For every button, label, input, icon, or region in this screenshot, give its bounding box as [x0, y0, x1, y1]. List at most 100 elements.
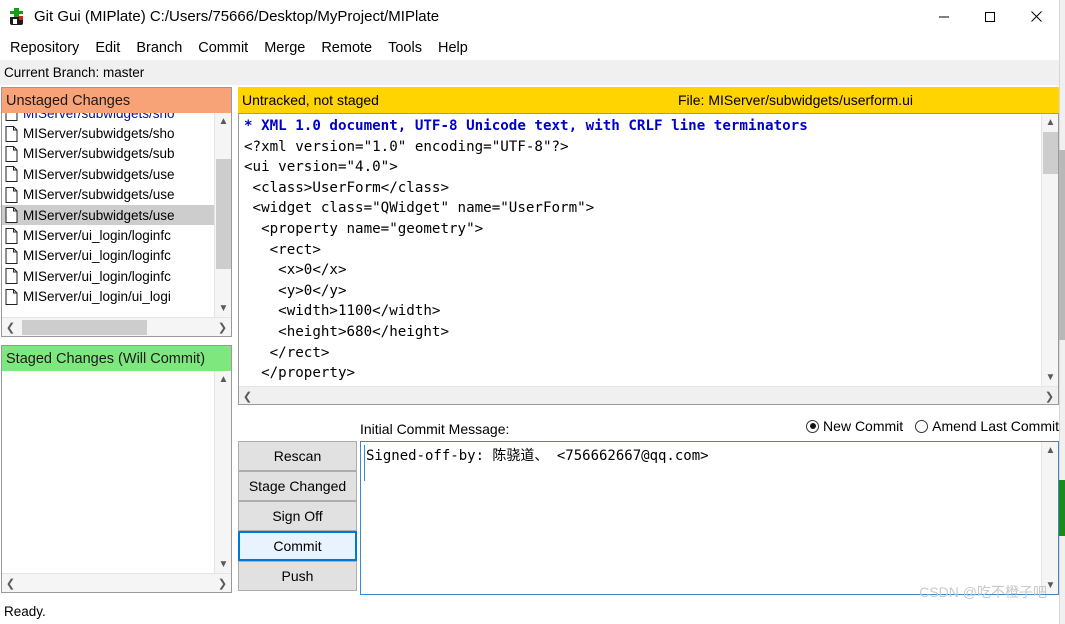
- scroll-up-icon[interactable]: ▲: [1042, 114, 1058, 131]
- new-commit-label[interactable]: New Commit: [823, 418, 903, 434]
- file-icon: [5, 145, 18, 162]
- file-icon: [5, 113, 18, 122]
- file-icon: [5, 247, 18, 264]
- file-list-item[interactable]: MIServer/subwidgets/use: [2, 204, 231, 226]
- staged-header: Staged Changes (Will Commit): [2, 346, 231, 371]
- commit-message-header: Initial Commit Message: New Commit Amend…: [360, 418, 1059, 440]
- window-title: Git Gui (MIPlate) C:/Users/75666/Desktop…: [34, 8, 440, 25]
- file-name: MIServer/ui_login/ui_logi: [23, 289, 171, 305]
- scrollbar-thumb[interactable]: [1043, 132, 1058, 174]
- unstaged-file-list[interactable]: MIServer/subwidgets/sho MIServer/subwidge…: [2, 113, 231, 317]
- file-icon: [5, 268, 18, 285]
- diff-horizontal-scrollbar[interactable]: ❮ ❯: [239, 386, 1058, 404]
- file-list-item[interactable]: MIServer/ui_login/ui_logi: [2, 287, 231, 307]
- git-gui-window: Git Gui (MIPlate) C:/Users/75666/Desktop…: [0, 0, 1065, 624]
- maximize-button[interactable]: [967, 0, 1013, 33]
- unstaged-vertical-scrollbar[interactable]: ▲ ▼: [214, 113, 231, 317]
- diff-vertical-scrollbar[interactable]: ▲ ▼: [1041, 114, 1058, 386]
- menu-merge[interactable]: Merge: [256, 39, 313, 57]
- git-gui-icon: [8, 7, 26, 26]
- scrollbar-thumb[interactable]: [22, 320, 147, 335]
- file-list-item[interactable]: MIServer/subwidgets/use: [2, 185, 231, 205]
- diff-status-bar: Untracked, not staged File: MIServer/sub…: [238, 87, 1059, 113]
- current-branch-label: Current Branch: master: [4, 64, 145, 80]
- stage-changed-button[interactable]: Stage Changed: [238, 471, 357, 501]
- scroll-down-icon[interactable]: ▼: [215, 556, 231, 573]
- file-name: MIServer/ui_login/loginfc: [23, 268, 171, 284]
- status-bar: Ready.: [0, 598, 1059, 624]
- scroll-left-icon[interactable]: ❮: [2, 574, 19, 592]
- staged-file-list[interactable]: [2, 371, 231, 573]
- rescan-button[interactable]: Rescan: [238, 441, 357, 471]
- diff-panel: Untracked, not staged File: MIServer/sub…: [238, 87, 1059, 405]
- amend-last-commit-label[interactable]: Amend Last Commit: [932, 418, 1059, 434]
- file-name: MIServer/subwidgets/sub: [23, 146, 175, 162]
- menu-remote[interactable]: Remote: [313, 39, 380, 57]
- text-cursor: [364, 445, 365, 481]
- changes-column: Unstaged Changes MIServer/subwidgets/sho…: [0, 87, 233, 595]
- new-commit-radio[interactable]: [806, 419, 820, 433]
- scrollbar-thumb[interactable]: [1059, 150, 1065, 340]
- file-icon: [5, 207, 18, 224]
- action-buttons: Rescan Stage Changed Sign Off Commit Pus…: [238, 441, 357, 591]
- amend-last-commit-radio[interactable]: [915, 419, 929, 433]
- file-icon: [5, 166, 18, 183]
- file-icon: [5, 125, 18, 142]
- scroll-up-icon[interactable]: ▲: [215, 371, 231, 388]
- scroll-up-icon[interactable]: ▲: [215, 113, 231, 130]
- scroll-right-icon[interactable]: ❯: [214, 318, 231, 336]
- scroll-down-icon[interactable]: ▼: [215, 300, 231, 317]
- scroll-up-icon[interactable]: ▲: [1042, 442, 1058, 459]
- scroll-left-icon[interactable]: ❮: [239, 387, 256, 404]
- minimize-button[interactable]: [921, 0, 967, 33]
- scroll-down-icon[interactable]: ▼: [1042, 369, 1058, 386]
- staged-horizontal-scrollbar[interactable]: ❮ ❯: [2, 573, 231, 592]
- file-name: MIServer/ui_login/loginfc: [23, 248, 171, 264]
- menu-repository[interactable]: Repository: [2, 39, 87, 57]
- title-bar: Git Gui (MIPlate) C:/Users/75666/Desktop…: [0, 0, 1059, 33]
- scroll-right-icon[interactable]: ❯: [214, 574, 231, 592]
- commit-button[interactable]: Commit: [238, 531, 357, 561]
- file-list-item[interactable]: MIServer/subwidgets/sho: [2, 123, 231, 143]
- diff-content: * XML 1.0 document, UTF-8 Unicode text, …: [244, 116, 1040, 385]
- menu-branch[interactable]: Branch: [128, 39, 190, 57]
- menu-bar: Repository Edit Branch Commit Merge Remo…: [0, 36, 1059, 60]
- file-name: MIServer/subwidgets/use: [23, 207, 175, 223]
- diff-body[interactable]: * XML 1.0 document, UTF-8 Unicode text, …: [238, 113, 1059, 405]
- file-name: MIServer/subwidgets/sho: [23, 113, 175, 121]
- file-list-item[interactable]: MIServer/ui_login/loginfc: [2, 266, 231, 286]
- diff-header-line: * XML 1.0 document, UTF-8 Unicode text, …: [244, 118, 808, 134]
- unstaged-header: Unstaged Changes: [2, 88, 231, 113]
- file-list-item[interactable]: MIServer/subwidgets/sub: [2, 144, 231, 164]
- file-list-item[interactable]: MIServer/subwidgets/use: [2, 164, 231, 184]
- close-button[interactable]: [1013, 0, 1059, 33]
- scroll-left-icon[interactable]: ❮: [2, 318, 19, 336]
- status-text: Ready.: [4, 603, 46, 619]
- menu-commit[interactable]: Commit: [190, 39, 256, 57]
- push-button[interactable]: Push: [238, 561, 357, 591]
- file-list-item[interactable]: MIServer/ui_login/loginfc: [2, 225, 231, 245]
- menu-tools[interactable]: Tools: [380, 39, 430, 57]
- unstaged-horizontal-scrollbar[interactable]: ❮ ❯: [2, 317, 231, 336]
- commit-mode-radio-group: New Commit Amend Last Commit: [806, 418, 1059, 434]
- file-list-item[interactable]: MIServer/ui_login/loginfc: [2, 246, 231, 266]
- current-branch-bar: Current Branch: master: [0, 60, 1059, 85]
- desktop-scrollbar[interactable]: [1059, 0, 1065, 624]
- diff-body-text: <?xml version="1.0" encoding="UTF-8"?> <…: [244, 138, 595, 382]
- menu-help[interactable]: Help: [430, 39, 476, 57]
- commit-message-input[interactable]: Signed-off-by: 陈骁道、 <756662667@qq.com> ▲…: [360, 441, 1059, 595]
- scrollbar-thumb[interactable]: [216, 159, 231, 269]
- file-list-item[interactable]: MIServer/subwidgets/sho: [2, 113, 231, 123]
- diff-status-text: Untracked, not staged: [242, 92, 379, 108]
- scroll-right-icon[interactable]: ❯: [1041, 387, 1058, 404]
- file-name: MIServer/subwidgets/use: [23, 187, 175, 203]
- staged-vertical-scrollbar[interactable]: ▲ ▼: [214, 371, 231, 573]
- file-name: MIServer/subwidgets/sho: [23, 126, 175, 142]
- file-name: MIServer/ui_login/loginfc: [23, 228, 171, 244]
- diff-file-label: File: MIServer/subwidgets/userform.ui: [678, 92, 913, 108]
- commit-vertical-scrollbar[interactable]: ▲ ▼: [1041, 442, 1058, 594]
- sign-off-button[interactable]: Sign Off: [238, 501, 357, 531]
- file-icon: [5, 288, 18, 305]
- file-name: MIServer/subwidgets/use: [23, 166, 175, 182]
- menu-edit[interactable]: Edit: [87, 39, 128, 57]
